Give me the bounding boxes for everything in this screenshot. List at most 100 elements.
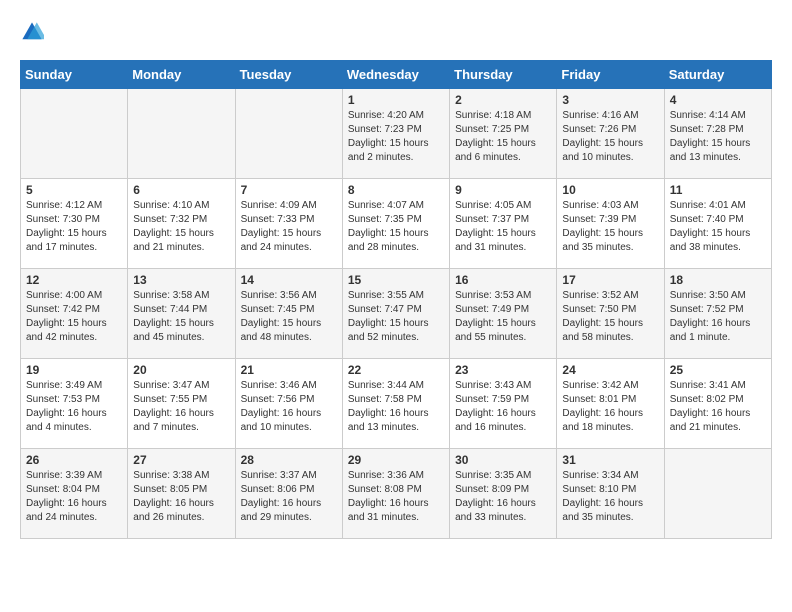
day-number: 15 [348,273,444,287]
calendar-cell: 9 Sunrise: 4:05 AM Sunset: 7:37 PM Daylig… [450,179,557,269]
day-detail: Sunrise: 3:53 AM Sunset: 7:49 PM Dayligh… [455,289,551,345]
calendar-cell: 15 Sunrise: 3:55 AM Sunset: 7:47 PM Dayli… [342,269,449,359]
calendar-cell: 4Sunrise: 4:14 AM Sunset: 7:28 PM Daylig… [664,89,771,179]
calendar-cell: 20 Sunrise: 3:47 AM Sunset: 7:55 PM Dayli… [128,359,235,449]
day-number: 23 [455,363,551,377]
calendar-cell: 24 Sunrise: 3:42 AM Sunset: 8:01 PM Dayli… [557,359,664,449]
day-number: 12 [26,273,122,287]
day-number: 11 [670,183,766,197]
day-detail: Sunrise: 3:47 AM Sunset: 7:55 PM Dayligh… [133,379,229,435]
calendar-cell: 31 Sunrise: 3:34 AM Sunset: 8:10 PM Dayli… [557,449,664,539]
day-detail: Sunrise: 3:37 AM Sunset: 8:06 PM Dayligh… [241,469,337,525]
day-detail: Sunrise: 4:20 AM Sunset: 7:23 PM Dayligh… [348,109,444,165]
calendar-cell: 5 Sunrise: 4:12 AM Sunset: 7:30 PM Daylig… [21,179,128,269]
day-detail: Sunrise: 3:36 AM Sunset: 8:08 PM Dayligh… [348,469,444,525]
day-of-week-header: Friday [557,61,664,89]
calendar-cell: 11Sunrise: 4:01 AM Sunset: 7:40 PM Dayli… [664,179,771,269]
day-number: 17 [562,273,658,287]
day-number: 16 [455,273,551,287]
calendar-cell: 27 Sunrise: 3:38 AM Sunset: 8:05 PM Dayli… [128,449,235,539]
day-detail: Sunrise: 4:05 AM Sunset: 7:37 PM Dayligh… [455,199,551,255]
day-detail: Sunrise: 3:35 AM Sunset: 8:09 PM Dayligh… [455,469,551,525]
calendar-cell: 6 Sunrise: 4:10 AM Sunset: 7:32 PM Daylig… [128,179,235,269]
day-number: 27 [133,453,229,467]
day-detail: Sunrise: 3:49 AM Sunset: 7:53 PM Dayligh… [26,379,122,435]
day-detail: Sunrise: 4:12 AM Sunset: 7:30 PM Dayligh… [26,199,122,255]
day-detail: Sunrise: 3:41 AM Sunset: 8:02 PM Dayligh… [670,379,766,435]
calendar-cell: 23 Sunrise: 3:43 AM Sunset: 7:59 PM Dayli… [450,359,557,449]
day-number: 19 [26,363,122,377]
calendar-cell: 1 Sunrise: 4:20 AM Sunset: 7:23 PM Daylig… [342,89,449,179]
day-number: 1 [348,93,444,107]
calendar-cell: 30 Sunrise: 3:35 AM Sunset: 8:09 PM Dayli… [450,449,557,539]
day-number: 8 [348,183,444,197]
calendar-week-row: 12 Sunrise: 4:00 AM Sunset: 7:42 PM Dayli… [21,269,772,359]
calendar-cell [235,89,342,179]
calendar-cell: 7Sunrise: 4:09 AM Sunset: 7:33 PM Daylig… [235,179,342,269]
day-detail: Sunrise: 3:55 AM Sunset: 7:47 PM Dayligh… [348,289,444,345]
logo-icon [20,20,44,44]
day-number: 29 [348,453,444,467]
calendar-cell: 8 Sunrise: 4:07 AM Sunset: 7:35 PM Daylig… [342,179,449,269]
day-detail: Sunrise: 3:56 AM Sunset: 7:45 PM Dayligh… [241,289,337,345]
day-number: 20 [133,363,229,377]
day-number: 25 [670,363,766,377]
logo [20,20,48,44]
day-detail: Sunrise: 3:50 AM Sunset: 7:52 PM Dayligh… [670,289,766,345]
day-number: 6 [133,183,229,197]
day-number: 22 [348,363,444,377]
calendar-cell: 3 Sunrise: 4:16 AM Sunset: 7:26 PM Daylig… [557,89,664,179]
day-number: 9 [455,183,551,197]
day-number: 7 [241,183,337,197]
day-number: 3 [562,93,658,107]
calendar-cell [664,449,771,539]
calendar-cell: 29 Sunrise: 3:36 AM Sunset: 8:08 PM Dayli… [342,449,449,539]
day-of-week-header: Monday [128,61,235,89]
day-of-week-header: Sunday [21,61,128,89]
calendar-cell [21,89,128,179]
calendar-week-row: 26 Sunrise: 3:39 AM Sunset: 8:04 PM Dayli… [21,449,772,539]
calendar-week-row: 19 Sunrise: 3:49 AM Sunset: 7:53 PM Dayli… [21,359,772,449]
day-detail: Sunrise: 4:16 AM Sunset: 7:26 PM Dayligh… [562,109,658,165]
day-number: 31 [562,453,658,467]
day-number: 24 [562,363,658,377]
calendar-cell: 22Sunrise: 3:44 AM Sunset: 7:58 PM Dayli… [342,359,449,449]
day-detail: Sunrise: 3:38 AM Sunset: 8:05 PM Dayligh… [133,469,229,525]
calendar-table: SundayMondayTuesdayWednesdayThursdayFrid… [20,60,772,539]
day-detail: Sunrise: 3:34 AM Sunset: 8:10 PM Dayligh… [562,469,658,525]
day-number: 21 [241,363,337,377]
day-detail: Sunrise: 3:42 AM Sunset: 8:01 PM Dayligh… [562,379,658,435]
calendar-cell: 19 Sunrise: 3:49 AM Sunset: 7:53 PM Dayli… [21,359,128,449]
calendar-week-row: 1 Sunrise: 4:20 AM Sunset: 7:23 PM Daylig… [21,89,772,179]
calendar-cell: 28Sunrise: 3:37 AM Sunset: 8:06 PM Dayli… [235,449,342,539]
calendar-cell: 13 Sunrise: 3:58 AM Sunset: 7:44 PM Dayli… [128,269,235,359]
day-detail: Sunrise: 4:07 AM Sunset: 7:35 PM Dayligh… [348,199,444,255]
day-detail: Sunrise: 4:00 AM Sunset: 7:42 PM Dayligh… [26,289,122,345]
day-detail: Sunrise: 3:43 AM Sunset: 7:59 PM Dayligh… [455,379,551,435]
page-header [20,20,772,44]
day-number: 2 [455,93,551,107]
day-detail: Sunrise: 3:39 AM Sunset: 8:04 PM Dayligh… [26,469,122,525]
calendar-cell: 2 Sunrise: 4:18 AM Sunset: 7:25 PM Daylig… [450,89,557,179]
calendar-week-row: 5 Sunrise: 4:12 AM Sunset: 7:30 PM Daylig… [21,179,772,269]
day-number: 4 [670,93,766,107]
day-number: 26 [26,453,122,467]
day-detail: Sunrise: 4:10 AM Sunset: 7:32 PM Dayligh… [133,199,229,255]
calendar-cell: 12 Sunrise: 4:00 AM Sunset: 7:42 PM Dayli… [21,269,128,359]
day-number: 30 [455,453,551,467]
day-detail: Sunrise: 3:58 AM Sunset: 7:44 PM Dayligh… [133,289,229,345]
day-number: 14 [241,273,337,287]
day-of-week-header: Wednesday [342,61,449,89]
calendar-cell: 21 Sunrise: 3:46 AM Sunset: 7:56 PM Dayli… [235,359,342,449]
day-detail: Sunrise: 3:46 AM Sunset: 7:56 PM Dayligh… [241,379,337,435]
calendar-cell: 18 Sunrise: 3:50 AM Sunset: 7:52 PM Dayli… [664,269,771,359]
day-detail: Sunrise: 4:18 AM Sunset: 7:25 PM Dayligh… [455,109,551,165]
calendar-cell: 14 Sunrise: 3:56 AM Sunset: 7:45 PM Dayli… [235,269,342,359]
day-number: 13 [133,273,229,287]
day-number: 18 [670,273,766,287]
calendar-cell: 25 Sunrise: 3:41 AM Sunset: 8:02 PM Dayli… [664,359,771,449]
day-number: 5 [26,183,122,197]
day-of-week-header: Saturday [664,61,771,89]
calendar-cell: 17Sunrise: 3:52 AM Sunset: 7:50 PM Dayli… [557,269,664,359]
day-detail: Sunrise: 4:03 AM Sunset: 7:39 PM Dayligh… [562,199,658,255]
